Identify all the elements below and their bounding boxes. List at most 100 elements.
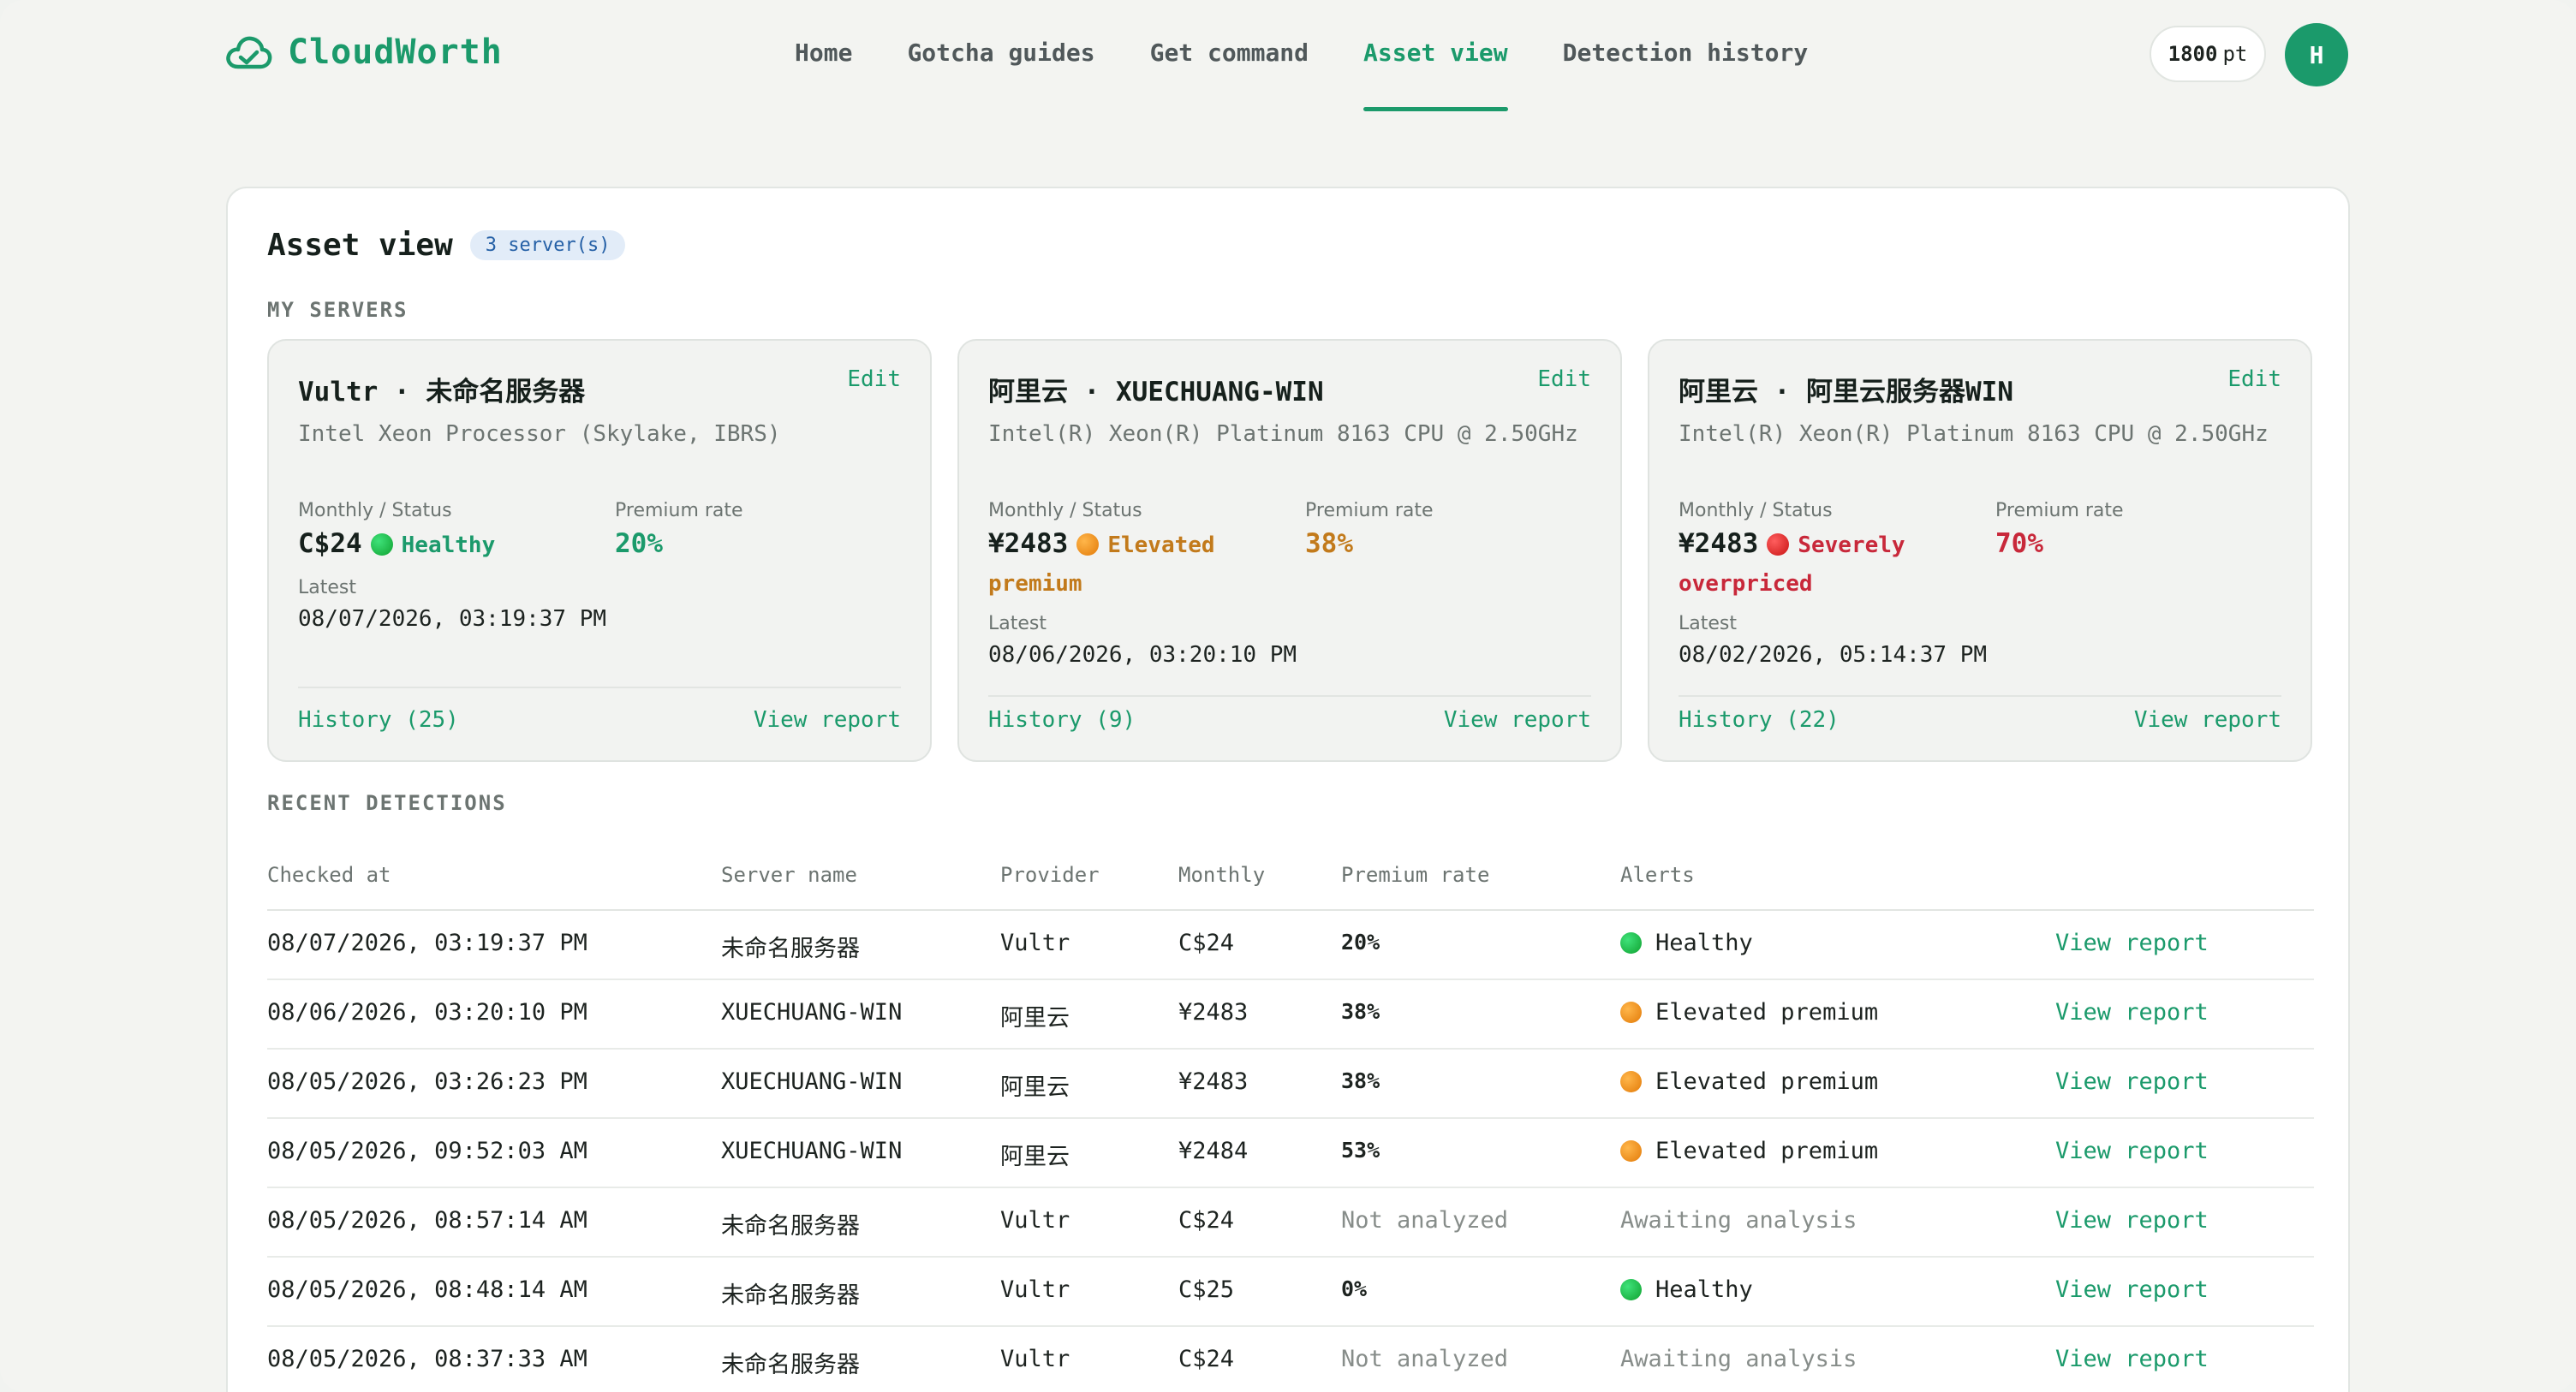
column-header-provider: Provider bbox=[1000, 863, 1100, 887]
view-report-link[interactable]: View report bbox=[2055, 1207, 2209, 1234]
status-elevated-icon bbox=[1620, 1140, 1642, 1162]
cell-checked-at: 08/05/2026, 08:48:14 AM bbox=[267, 1276, 587, 1303]
points-unit: pt bbox=[2222, 42, 2248, 66]
view-report-link[interactable]: View report bbox=[754, 707, 901, 733]
table-row[interactable]: 08/05/2026, 08:37:33 AM 未命名服务器 Vultr C$2… bbox=[267, 1327, 2314, 1392]
premium-rate-label: Premium rate bbox=[615, 500, 743, 521]
server-cards: Vultr · 未命名服务器 Edit Intel Xeon Processor… bbox=[267, 339, 2314, 762]
cell-alert: Elevated premium bbox=[1620, 1138, 1878, 1164]
cell-alert: Awaiting analysis bbox=[1620, 1207, 1857, 1234]
latest-label: Latest bbox=[1679, 613, 1737, 634]
nav-gotcha-guides[interactable]: Gotcha guides bbox=[907, 0, 1094, 111]
status-healthy-icon bbox=[1620, 1279, 1642, 1300]
latest-timestamp: 08/02/2026, 05:14:37 PM bbox=[1679, 642, 1988, 668]
view-report-link[interactable]: View report bbox=[2055, 930, 2209, 956]
cloud-check-icon bbox=[226, 36, 272, 69]
history-link[interactable]: History (9) bbox=[988, 707, 1136, 733]
monthly-price: ¥2483 bbox=[988, 528, 1069, 559]
server-card: 阿里云 · XUECHUANG-WIN Edit Intel(R) Xeon(R… bbox=[957, 339, 1622, 762]
server-count-badge: 3 server(s) bbox=[469, 230, 626, 260]
cell-monthly: C$25 bbox=[1178, 1276, 1235, 1303]
latest-timestamp: 08/07/2026, 03:19:37 PM bbox=[298, 606, 607, 632]
alert-text: Elevated premium bbox=[1655, 1138, 1879, 1164]
cell-alert: Healthy bbox=[1620, 1276, 1753, 1303]
premium-rate-value: 70% bbox=[1995, 528, 2043, 559]
alert-text: Elevated premium bbox=[1655, 999, 1879, 1026]
cell-premium-rate: 20% bbox=[1341, 930, 1380, 955]
monthly-status: ¥2483 Elevated premium bbox=[988, 526, 1297, 604]
view-report-link[interactable]: View report bbox=[2055, 1346, 2209, 1372]
cell-monthly: C$24 bbox=[1178, 1346, 1235, 1372]
cell-monthly: ¥2484 bbox=[1178, 1138, 1249, 1164]
points-badge[interactable]: 1800 pt bbox=[2150, 26, 2266, 82]
premium-rate-label: Premium rate bbox=[1995, 500, 2124, 521]
column-header-premium-rate: Premium rate bbox=[1341, 863, 1490, 887]
view-report-link[interactable]: View report bbox=[1444, 707, 1591, 733]
recent-detections-table: Checked at Server name Provider Monthly … bbox=[267, 842, 2314, 1392]
server-cpu: Intel Xeon Processor (Skylake, IBRS) bbox=[298, 421, 781, 447]
monthly-status-label: Monthly / Status bbox=[1679, 500, 1833, 521]
edit-server-button[interactable]: Edit bbox=[847, 366, 901, 392]
alert-text: Healthy bbox=[1655, 930, 1753, 956]
view-report-link[interactable]: View report bbox=[2055, 1138, 2209, 1164]
top-navigation-bar: CloudWorth Home Gotcha guides Get comman… bbox=[0, 0, 2576, 111]
view-report-link[interactable]: View report bbox=[2055, 1276, 2209, 1303]
history-link[interactable]: History (25) bbox=[298, 707, 459, 733]
view-report-link[interactable]: View report bbox=[2055, 1068, 2209, 1095]
cell-checked-at: 08/07/2026, 03:19:37 PM bbox=[267, 930, 587, 956]
server-cpu: Intel(R) Xeon(R) Platinum 8163 CPU @ 2.5… bbox=[1679, 421, 2269, 447]
edit-server-button[interactable]: Edit bbox=[1537, 366, 1591, 392]
premium-rate-value: 38% bbox=[1305, 528, 1353, 559]
view-report-link[interactable]: View report bbox=[2134, 707, 2281, 733]
server-title: 阿里云 · XUECHUANG-WIN bbox=[988, 377, 1324, 407]
edit-server-button[interactable]: Edit bbox=[2227, 366, 2281, 392]
cell-provider: Vultr bbox=[1000, 930, 1070, 956]
nav-detection-history[interactable]: Detection history bbox=[1563, 0, 1809, 111]
panel-header: Asset view 3 server(s) bbox=[267, 228, 626, 263]
cell-premium-rate: 38% bbox=[1341, 1068, 1380, 1093]
nav-get-command[interactable]: Get command bbox=[1150, 0, 1309, 111]
cell-alert: Healthy bbox=[1620, 930, 1753, 956]
latest-timestamp: 08/06/2026, 03:20:10 PM bbox=[988, 642, 1297, 668]
table-row[interactable]: 08/05/2026, 08:48:14 AM 未命名服务器 Vultr C$2… bbox=[267, 1258, 2314, 1327]
cell-checked-at: 08/06/2026, 03:20:10 PM bbox=[267, 999, 587, 1026]
monthly-price: ¥2483 bbox=[1679, 528, 1759, 559]
recent-detections-heading: RECENT DETECTIONS bbox=[267, 791, 507, 815]
history-link[interactable]: History (22) bbox=[1679, 707, 1840, 733]
server-card: 阿里云 · 阿里云服务器WIN Edit Intel(R) Xeon(R) Pl… bbox=[1648, 339, 2312, 762]
cell-premium-rate: Not analyzed bbox=[1341, 1346, 1509, 1372]
monthly-status-label: Monthly / Status bbox=[988, 500, 1142, 521]
cell-provider: Vultr bbox=[1000, 1276, 1070, 1303]
premium-rate-value: 20% bbox=[615, 528, 663, 559]
cell-provider: 阿里云 bbox=[1000, 1005, 1070, 1032]
monthly-price: C$24 bbox=[298, 528, 362, 559]
view-report-link[interactable]: View report bbox=[2055, 999, 2209, 1026]
table-row[interactable]: 08/05/2026, 03:26:23 PM XUECHUANG-WIN 阿里… bbox=[267, 1050, 2314, 1119]
table-row[interactable]: 08/05/2026, 09:52:03 AM XUECHUANG-WIN 阿里… bbox=[267, 1119, 2314, 1188]
user-avatar[interactable]: H bbox=[2285, 23, 2348, 86]
card-divider bbox=[298, 687, 901, 688]
brand-logo[interactable]: CloudWorth bbox=[224, 31, 503, 74]
server-card: Vultr · 未命名服务器 Edit Intel Xeon Processor… bbox=[267, 339, 932, 762]
monthly-status: C$24 Healthy bbox=[298, 526, 606, 566]
table-row[interactable]: 08/06/2026, 03:20:10 PM XUECHUANG-WIN 阿里… bbox=[267, 980, 2314, 1050]
column-header-monthly: Monthly bbox=[1178, 863, 1266, 887]
nav-home[interactable]: Home bbox=[795, 0, 852, 111]
cell-server-name: 未命名服务器 bbox=[721, 1213, 860, 1240]
status-healthy-icon bbox=[1620, 932, 1642, 954]
cell-checked-at: 08/05/2026, 03:26:23 PM bbox=[267, 1068, 587, 1095]
nav-asset-view[interactable]: Asset view bbox=[1363, 0, 1508, 111]
table-header: Checked at Server name Provider Monthly … bbox=[267, 842, 2314, 911]
table-row[interactable]: 08/05/2026, 08:57:14 AM 未命名服务器 Vultr C$2… bbox=[267, 1188, 2314, 1258]
table-row[interactable]: 08/07/2026, 03:19:37 PM 未命名服务器 Vultr C$2… bbox=[267, 911, 2314, 980]
card-divider bbox=[988, 695, 1591, 697]
cell-checked-at: 08/05/2026, 08:57:14 AM bbox=[267, 1207, 587, 1234]
cell-server-name: 未命名服务器 bbox=[721, 1352, 860, 1378]
asset-view-panel: Asset view 3 server(s) MY SERVERS Vultr … bbox=[226, 187, 2350, 1392]
cell-alert: Elevated premium bbox=[1620, 1068, 1878, 1095]
cell-premium-rate: 38% bbox=[1341, 999, 1380, 1024]
cell-monthly: C$24 bbox=[1178, 930, 1235, 956]
latest-label: Latest bbox=[298, 577, 356, 598]
cell-checked-at: 08/05/2026, 09:52:03 AM bbox=[267, 1138, 587, 1164]
server-cpu: Intel(R) Xeon(R) Platinum 8163 CPU @ 2.5… bbox=[988, 421, 1578, 447]
